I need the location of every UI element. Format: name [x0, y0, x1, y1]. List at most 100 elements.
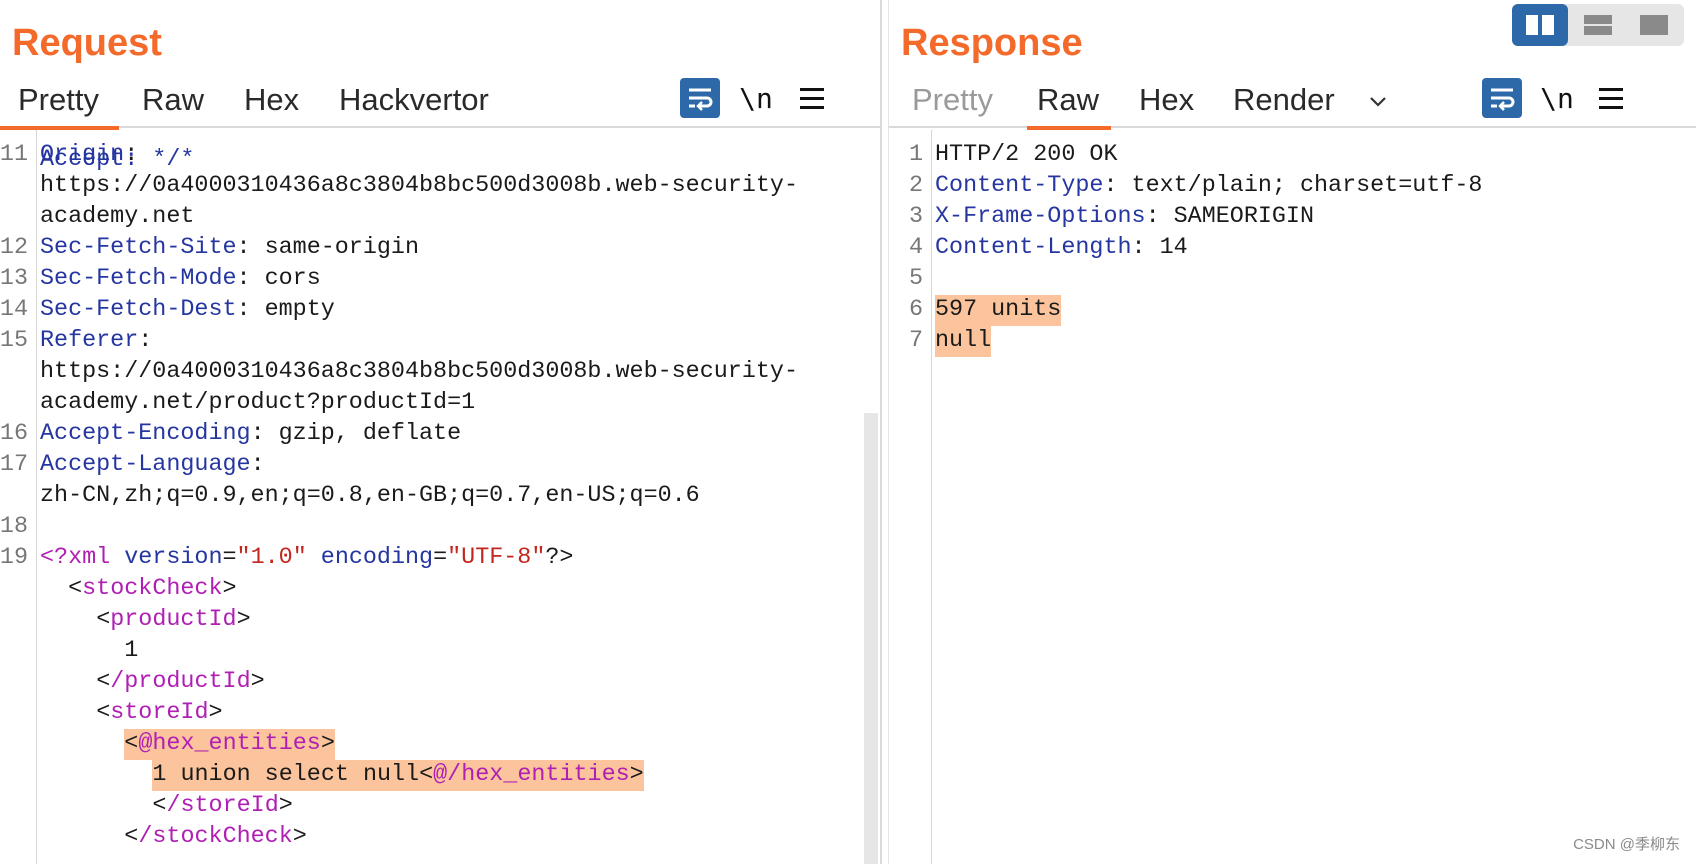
punct: < — [124, 824, 139, 850]
code-line: 19 <?xml version="1.0" encoding="UTF-8"?> — [0, 543, 880, 574]
code-line: 11 Origin: — [0, 140, 880, 171]
response-body: 597 units — [935, 295, 1062, 326]
punct: > — [292, 824, 307, 850]
request-scrollbar[interactable] — [864, 413, 878, 864]
code-line: 1 HTTP/2 200 OK — [889, 140, 1696, 171]
punct: > — [320, 731, 335, 757]
code-text: HTTP/2 200 OK — [935, 140, 1117, 171]
header-value: : cors — [236, 266, 321, 292]
header-name: Sec-Fetch-Dest — [40, 297, 237, 323]
code-line: 12 Sec-Fetch-Site: same-origin — [0, 233, 880, 264]
request-tab-raw[interactable]: Raw — [142, 82, 204, 126]
code-text: Sec-Fetch-Dest: empty — [40, 295, 335, 326]
line-number: 3 — [908, 204, 923, 230]
code-line: 1 — [0, 636, 880, 667]
response-tabs-chevron-down-icon[interactable] — [1367, 84, 1389, 128]
request-tab-pretty[interactable]: Pretty — [0, 82, 119, 130]
code-line: 17 Accept-Language: — [0, 450, 880, 481]
xml-attr: version — [124, 545, 223, 571]
response-word-wrap-icon[interactable] — [1482, 78, 1522, 118]
response-tab-raw[interactable]: Raw — [1026, 82, 1112, 130]
code-text: academy.net — [40, 202, 194, 233]
code-line: </productId> — [0, 667, 880, 698]
header-name: X-Frame-Options — [935, 204, 1146, 230]
header-name: Accept-Encoding — [40, 421, 251, 447]
punct: > — [278, 793, 293, 819]
request-editor[interactable]: Accept: */* 11 Origin: https://0a400031043… — [0, 130, 880, 864]
header-name: Sec-Fetch-Mode — [40, 266, 237, 292]
header-value: : — [138, 328, 153, 354]
code-line: 7 null — [889, 326, 1696, 357]
punct: < — [124, 731, 139, 757]
header-value: https://0a4000310436a8c3804b8bc500d3008b… — [40, 359, 798, 385]
header-name: Origin — [40, 142, 125, 168]
xml-tag: productId — [110, 607, 237, 633]
code-line: 15 Referer: — [0, 326, 880, 357]
response-editor[interactable]: 1 HTTP/2 200 OK 2 Content-Type: text/plain;… — [889, 130, 1696, 864]
response-tab-render[interactable]: Render — [1233, 82, 1335, 126]
code-line: 3 X-Frame-Options: SAMEORIGIN — [889, 202, 1696, 233]
xml-tag: /productId — [110, 669, 251, 695]
line-number: 18 — [0, 514, 28, 540]
punct: < — [419, 762, 434, 788]
header-name: Content-Type — [935, 173, 1104, 199]
header-value: academy.net — [40, 204, 195, 230]
punct: > — [250, 669, 265, 695]
header-value: : — [250, 452, 265, 478]
request-menu-icon[interactable] — [790, 78, 830, 118]
response-menu-icon[interactable] — [1589, 78, 1629, 118]
split-vertical-layout-icon[interactable] — [1512, 4, 1568, 46]
xml-decl-open: <?xml — [40, 545, 111, 571]
single-pane-layout-icon[interactable] — [1626, 4, 1682, 46]
line-number: 16 — [0, 421, 28, 447]
code-line: https://0a4000310436a8c3804b8bc500d3008b… — [0, 357, 880, 388]
response-tab-pretty[interactable]: Pretty — [912, 82, 993, 126]
punct: > — [629, 762, 644, 788]
code-line: <productId> — [0, 605, 880, 636]
xml-text: <?xml version="1.0" encoding="UTF-8"?> — [40, 543, 573, 574]
header-name: Sec-Fetch-Site — [40, 235, 237, 261]
punct: > — [208, 700, 223, 726]
punct: < — [96, 669, 111, 695]
xml-text: <stockCheck> — [68, 574, 236, 605]
code-text: Accept-Language: — [40, 450, 265, 481]
request-word-wrap-icon[interactable] — [680, 78, 720, 118]
request-title: Request — [12, 22, 162, 64]
response-body: null — [935, 326, 992, 357]
xml-text: <storeId> — [96, 698, 222, 729]
line-number: 15 — [0, 328, 28, 354]
code-text: Sec-Fetch-Site: same-origin — [40, 233, 419, 264]
xml-text: 1 — [124, 636, 138, 667]
hackvertor-tag: @/hex_entities — [433, 762, 630, 788]
header-value: zh-CN,zh;q=0.9,en;q=0.8,en-GB;q=0.7,en-U… — [40, 483, 700, 509]
line-number: 17 — [0, 452, 28, 478]
code-line: <stockCheck> — [0, 574, 880, 605]
split-horizontal-layout-icon[interactable] — [1570, 4, 1626, 46]
request-tab-hackvertor[interactable]: Hackvertor — [339, 82, 489, 126]
xml-text: <@hex_entities> — [124, 729, 335, 760]
request-newline-toggle[interactable]: \n — [736, 78, 776, 118]
response-newline-toggle[interactable]: \n — [1537, 78, 1577, 118]
code-line: 2 Content-Type: text/plain; charset=utf-8 — [889, 171, 1696, 202]
code-line: </stockCheck> — [0, 822, 880, 853]
line-number: 7 — [908, 328, 923, 354]
xml-text: 1 union select null<@/hex_entities> — [152, 760, 644, 791]
pane-splitter[interactable] — [880, 0, 889, 864]
request-tab-hex[interactable]: Hex — [244, 82, 299, 126]
code-text: academy.net/product?productId=1 — [40, 388, 475, 419]
xml-tag: /stockCheck — [138, 824, 293, 850]
xml-tag: /storeId — [166, 793, 279, 819]
punct: > — [236, 607, 251, 633]
code-line: 4 Content-Length: 14 — [889, 233, 1696, 264]
code-line: 6 597 units — [889, 295, 1696, 326]
header-value: : SAMEORIGIN — [1145, 204, 1315, 230]
line-number: 12 — [0, 235, 28, 261]
code-line: 18 — [0, 512, 880, 543]
line-number: 14 — [0, 297, 28, 323]
response-tab-hex[interactable]: Hex — [1139, 82, 1194, 126]
code-text: Content-Length: 14 — [935, 233, 1188, 264]
code-line: 13 Sec-Fetch-Mode: cors — [0, 264, 880, 295]
header-value: HTTP/2 200 OK — [935, 142, 1118, 168]
